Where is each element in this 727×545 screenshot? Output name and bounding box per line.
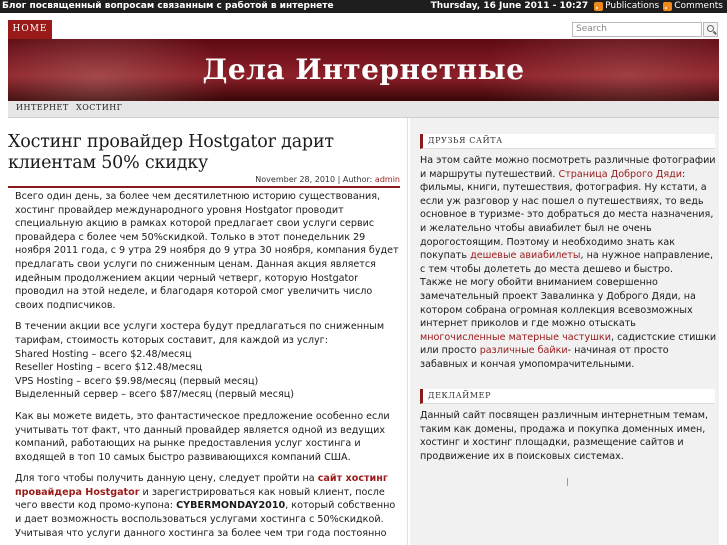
- price-item: Выделенный сервер – всего $87/месяц (пер…: [15, 389, 295, 401]
- category-hosting[interactable]: ХОСТИНГ: [76, 103, 122, 112]
- price-item: Reseller Hosting – всего $12.48/месяц: [15, 362, 203, 374]
- nav-row: HOME Search: [0, 13, 727, 39]
- disclaimer-widget-body: Данный сайт посвящен различным интернетн…: [420, 410, 709, 462]
- widget-text: : фильмы, книги, путешествия, фотография…: [420, 168, 714, 262]
- post-author-link[interactable]: admin: [375, 175, 400, 184]
- post-paragraph: Для того чтобы получить данную цену, сле…: [15, 472, 400, 540]
- top-bar: Блог посвященный вопросам связанным с ра…: [0, 0, 727, 13]
- divider: [567, 478, 568, 486]
- price-intro: В течении акции все услуги хостера будут…: [15, 321, 385, 346]
- category-internet[interactable]: ИНТЕРНЕТ: [16, 103, 69, 112]
- category-bar: ИНТЕРНЕТ ХОСТИНГ: [8, 101, 719, 118]
- author-label: Author:: [342, 175, 373, 184]
- home-tab[interactable]: HOME: [8, 20, 52, 39]
- comments-feed-link[interactable]: Comments: [674, 0, 723, 13]
- site-tagline: Блог посвященный вопросам связанным с ра…: [2, 1, 334, 11]
- header-banner: Дела Интернетные: [8, 39, 719, 101]
- search-input[interactable]: Search: [572, 22, 702, 37]
- friends-widget-body: На этом сайте можно посмотреть различные…: [420, 154, 717, 372]
- sidebar: ДРУЗЬЯ САЙТА На этом сайте можно посмотр…: [410, 118, 719, 545]
- post-content: Хостинг провайдер Hostgator дарит клиент…: [8, 118, 408, 545]
- post-text: Для того чтобы получить данную цену, сле…: [15, 473, 315, 485]
- rss-icon[interactable]: [663, 2, 673, 11]
- post-paragraph: В течении акции все услуги хостера будут…: [15, 320, 400, 402]
- post-body: Всего один день, за более чем десятилетн…: [15, 190, 400, 545]
- friends-widget-title: ДРУЗЬЯ САЙТА: [420, 134, 715, 149]
- widget-text: Также не могу обойти вниманием совершенн…: [420, 277, 696, 330]
- top-bar-right: Thursday, 16 June 2011 - 10:27 Publicati…: [431, 0, 727, 13]
- good-uncle-link[interactable]: Страница Доброго Дяди: [558, 169, 682, 180]
- post-paragraph: Как вы можете видеть, это фантастическое…: [15, 410, 390, 463]
- post-title[interactable]: Хостинг провайдер Hostgator дарит клиент…: [8, 132, 406, 174]
- cheap-tickets-link[interactable]: дешевые авиабилеты: [470, 250, 580, 261]
- stories-link[interactable]: различные байки: [480, 345, 568, 356]
- post-paragraph: Всего один день, за более чем десятилетн…: [15, 191, 399, 311]
- disclaimer-widget-title: ДЕКЛАЙМЕР: [420, 389, 715, 404]
- rss-icon[interactable]: [594, 2, 604, 11]
- search-icon[interactable]: [703, 22, 718, 37]
- publications-feed-link[interactable]: Publications: [605, 0, 659, 13]
- promo-code: CYBERMONDAY2010: [176, 500, 286, 512]
- post-meta: November 28, 2010 | Author: admin: [8, 174, 400, 188]
- post-date: November 28, 2010: [255, 175, 336, 184]
- chastushki-link[interactable]: многочисленные матерные частушки: [420, 332, 611, 343]
- price-item: Shared Hosting – всего $2.48/месяц: [15, 348, 192, 360]
- price-item: VPS Hosting – всего $9.98/месяц (первый …: [15, 375, 259, 387]
- site-title[interactable]: Дела Интернетные: [8, 53, 719, 86]
- current-date: Thursday, 16 June 2011 - 10:27: [430, 1, 589, 11]
